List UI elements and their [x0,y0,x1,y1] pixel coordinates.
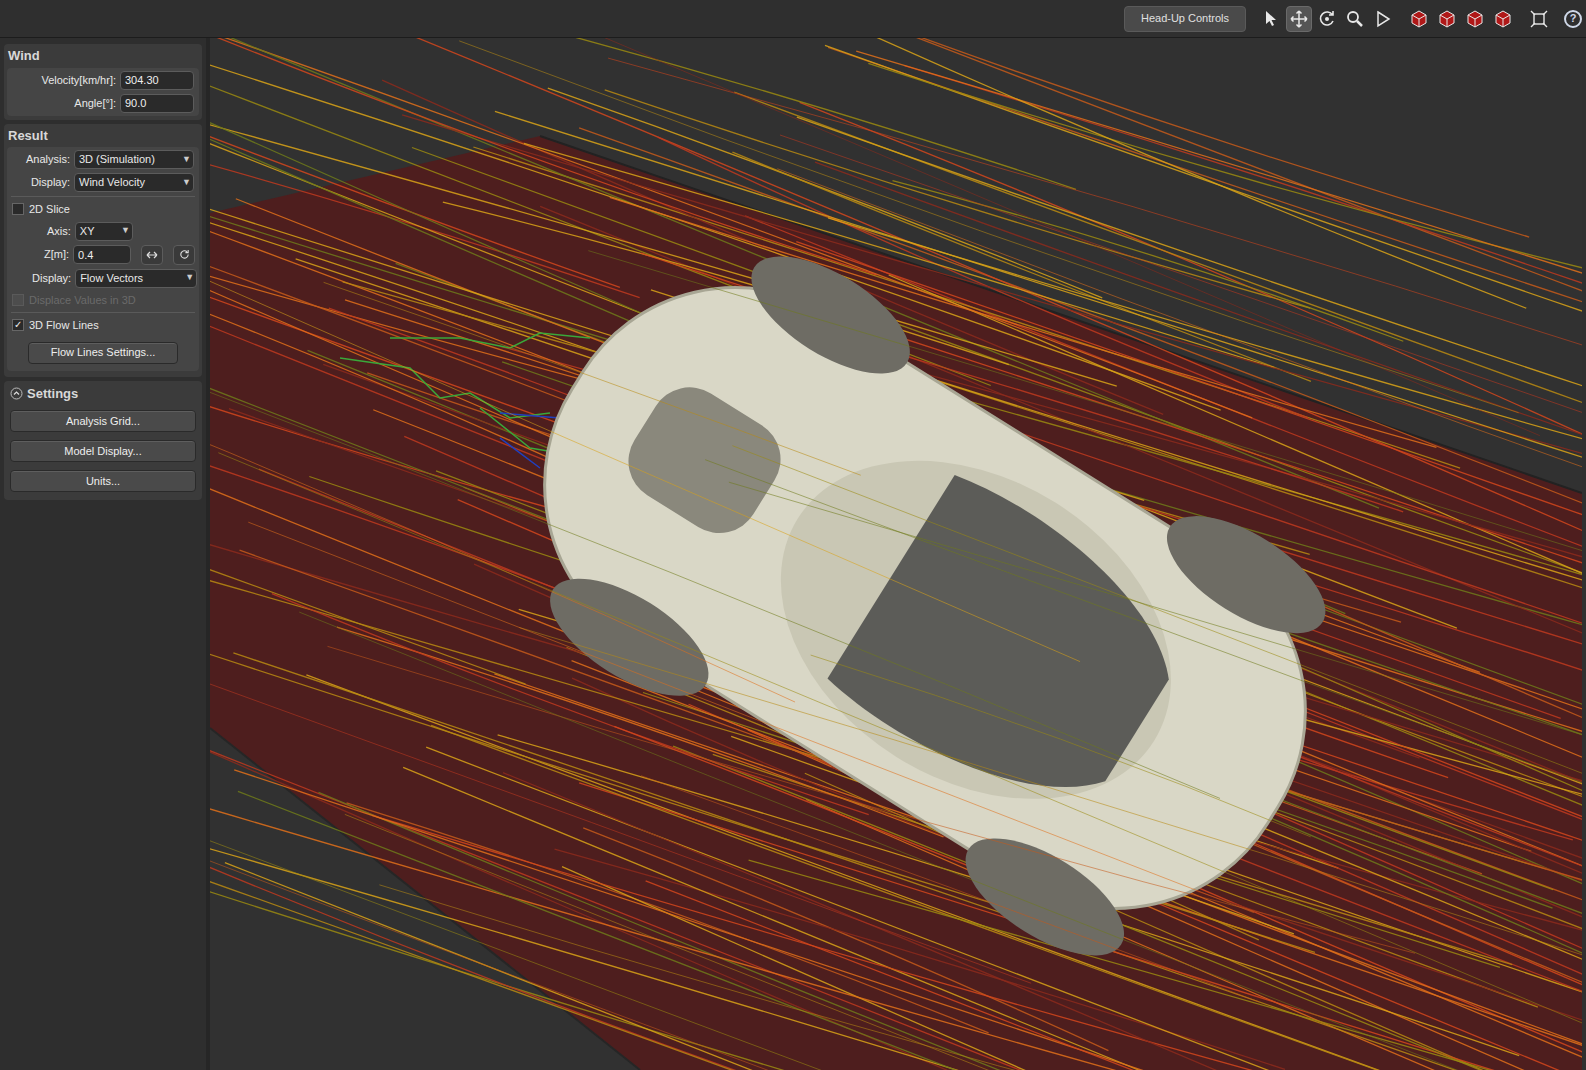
pan-icon [1289,9,1309,29]
zoom-icon [1345,9,1365,29]
displace-checkbox[interactable] [12,294,24,306]
field-label: Analysis: [26,151,70,168]
checkbox-label: Displace Values in 3D [29,292,136,309]
flow-lines-checkbox[interactable]: ✓ [12,319,24,331]
view-icon [1465,9,1485,29]
fit-icon [1529,9,1549,29]
play-icon [1373,9,1393,29]
field-label: Z[m]: [44,246,69,263]
field-label: Display: [31,174,70,191]
collapse-toggle[interactable] [10,387,23,400]
help-button[interactable]: ? [1564,10,1582,28]
slice-display-select[interactable]: Flow Vectors▼ [75,269,197,288]
settings-button[interactable]: Model Display... [10,440,196,462]
settings-section: Settings Analysis Grid... Model Display..… [4,381,202,501]
field-label: Velocity[km/hr]: [41,72,116,89]
pan-tool[interactable] [1286,6,1312,32]
analysis-select[interactable]: 3D (Simulation)▼ [74,150,194,169]
view-icon [1493,9,1513,29]
reset-button[interactable] [173,245,195,265]
field-label: Angle[°]: [74,95,116,112]
zoom-tool[interactable] [1342,6,1368,32]
view-tool[interactable] [1434,6,1460,32]
simulation-scene[interactable] [210,38,1582,1070]
head-up-controls-button[interactable]: Head-Up Controls [1124,6,1246,32]
view-icon [1437,9,1457,29]
slice-checkbox[interactable] [12,203,24,215]
angle-input[interactable] [120,94,194,113]
section-title: Wind [4,44,202,68]
swap-icon [146,251,158,259]
axis-select[interactable]: XY▼ [75,222,133,241]
select-tool[interactable] [1258,6,1284,32]
refresh-icon [179,249,190,260]
wind-section: Wind Velocity[km/hr]: Angle[°]: [4,44,202,120]
orbit-icon [1317,9,1337,29]
side-panel: Wind Velocity[km/hr]: Angle[°]: Result [0,38,210,1070]
settings-button[interactable]: Units... [10,470,196,492]
checkbox-label: 3D Flow Lines [29,317,99,334]
view-tool[interactable] [1490,6,1516,32]
swap-button[interactable] [141,245,163,265]
view-tool[interactable] [1406,6,1432,32]
view-tool[interactable] [1462,6,1488,32]
velocity-input[interactable] [120,71,194,90]
view-icon [1409,9,1429,29]
settings-button[interactable]: Analysis Grid... [10,410,196,432]
play-tool[interactable] [1370,6,1396,32]
car-model [455,186,1394,1011]
orbit-tool[interactable] [1314,6,1340,32]
checkbox-label: 2D Slice [29,201,70,218]
field-label: Axis: [47,223,71,240]
collapse-icon [10,387,23,400]
field-label: Display: [32,270,71,287]
flow-lines-settings-button[interactable]: Flow Lines Settings... [28,342,178,364]
fit-tool[interactable] [1526,6,1552,32]
section-title: Result [4,124,202,148]
toolbar: Head-Up Controls ? [0,0,1586,38]
viewport[interactable] [210,38,1586,1070]
z-input[interactable] [73,245,131,264]
display-select[interactable]: Wind Velocity▼ [74,173,194,192]
section-title: Settings [27,384,78,404]
result-section: Result Analysis: 3D (Simulation)▼ Displa… [4,124,202,377]
select-icon [1261,9,1281,29]
